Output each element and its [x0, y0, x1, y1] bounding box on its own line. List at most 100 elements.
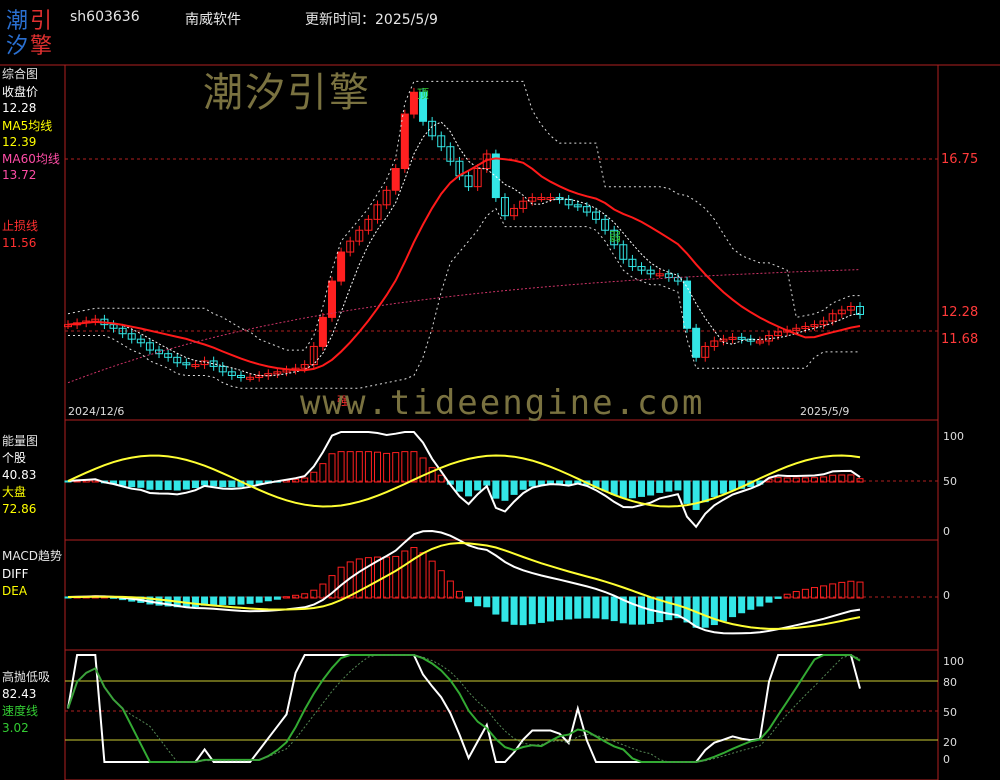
energy-tick: 50: [943, 475, 957, 488]
macd-bar: [747, 596, 755, 610]
energy-bar: [537, 480, 545, 486]
macd-bar: [583, 596, 591, 619]
macd-bar: [610, 596, 618, 622]
energy-bar: [119, 480, 127, 486]
energy-bar: [146, 480, 154, 490]
macd-bar: [756, 596, 764, 607]
macd-bar: [546, 596, 554, 622]
hilo-tick: 0: [943, 753, 950, 766]
ma5-value: 12.39: [2, 135, 37, 149]
macd-bar: [510, 596, 518, 625]
energy-bar: [210, 480, 218, 487]
diff-line: [67, 529, 861, 635]
marker-weak: 弱: [609, 230, 621, 244]
energy-bar: [701, 480, 709, 503]
energy-bar: [638, 480, 646, 497]
macd-bar: [419, 552, 427, 599]
energy-bar: [137, 480, 145, 488]
energy-bar: [656, 480, 664, 493]
energy-bar: [337, 451, 345, 483]
candle-body: [491, 153, 500, 199]
candle-body: [318, 316, 327, 347]
energy-bar: [392, 452, 400, 483]
energy-bar: [519, 480, 527, 490]
macd-bar: [738, 596, 746, 614]
macd-bar: [255, 596, 263, 603]
date-start: 2024/12/6: [68, 405, 125, 418]
marker-top: 顶: [417, 87, 429, 101]
energy-bar: [856, 478, 864, 483]
energy-panel-title: 能量图: [2, 434, 39, 448]
macd-bar: [638, 596, 646, 625]
macd-bar: [519, 596, 527, 626]
diff-label: DIFF: [2, 567, 29, 581]
macd-bar: [810, 587, 818, 599]
macd-tick: 0: [943, 589, 950, 602]
candle-body: [391, 168, 400, 191]
energy-bar: [628, 480, 636, 499]
energy-bar: [401, 451, 409, 483]
macd-bar: [392, 555, 400, 599]
ma60-value: 13.72: [2, 168, 37, 182]
macd-bar: [401, 550, 409, 599]
stock-energy-line: [67, 431, 861, 529]
stock-energy-label: 个股: [2, 451, 27, 465]
main-panel-title: 综合图: [2, 67, 39, 81]
energy-bar: [355, 451, 363, 483]
macd-bar: [501, 596, 509, 622]
ma60-label: MA60均线: [2, 152, 60, 166]
panel-frame: [64, 539, 939, 651]
macd-bar: [210, 596, 218, 606]
energy-bar: [692, 480, 700, 510]
energy-bar: [501, 480, 509, 501]
energy-bar: [683, 480, 691, 504]
energy-bar: [474, 480, 482, 491]
watermark-url: www.tideengine.com: [300, 383, 705, 423]
macd-bar: [774, 596, 782, 599]
energy-bar: [510, 480, 518, 495]
candle-body: [683, 280, 692, 329]
macd-bar: [628, 596, 636, 625]
macd-bar: [592, 596, 600, 619]
energy-bar: [219, 480, 227, 488]
energy-bar: [492, 480, 500, 499]
macd-bar: [601, 596, 609, 620]
hilo-value: 82.43: [2, 687, 37, 701]
energy-bar: [364, 451, 372, 483]
main-tick: 16.75: [941, 152, 979, 167]
hilo-tick: 80: [943, 676, 957, 689]
macd-bar: [765, 596, 773, 603]
macd-bar: [364, 557, 372, 599]
macd-bar: [719, 596, 727, 622]
energy-bar: [483, 480, 491, 486]
macd-bar: [701, 596, 709, 628]
hilo-tick: 20: [943, 736, 957, 749]
energy-bar: [374, 451, 382, 483]
macd-bar: [574, 596, 582, 619]
dea-line: [68, 541, 861, 630]
macd-bar: [565, 596, 573, 620]
macd-bar: [273, 596, 281, 600]
speed-value: 3.02: [2, 721, 29, 735]
energy-bar: [191, 480, 199, 489]
energy-bar: [647, 480, 655, 496]
market-energy-label: 大盘: [2, 485, 27, 499]
date-end: 2025/5/9: [800, 405, 850, 418]
macd-bar: [665, 596, 673, 621]
energy-bar: [455, 480, 463, 492]
main-tick: 12.28: [941, 305, 979, 320]
macd-bar: [838, 581, 846, 599]
energy-bar: [173, 480, 181, 491]
macd-bar: [191, 596, 199, 608]
macd-bar: [729, 596, 737, 618]
candle-body: [337, 251, 346, 282]
energy-bar: [729, 480, 737, 491]
macd-bar: [820, 585, 828, 599]
hilo-tick: 100: [943, 655, 964, 668]
stoploss-label: 止损线: [2, 219, 39, 233]
market-energy-value: 72.86: [2, 502, 37, 516]
ma5-label: MA5均线: [2, 119, 53, 133]
energy-bar: [346, 451, 354, 483]
energy-bar: [419, 457, 427, 483]
energy-bar: [128, 480, 136, 488]
